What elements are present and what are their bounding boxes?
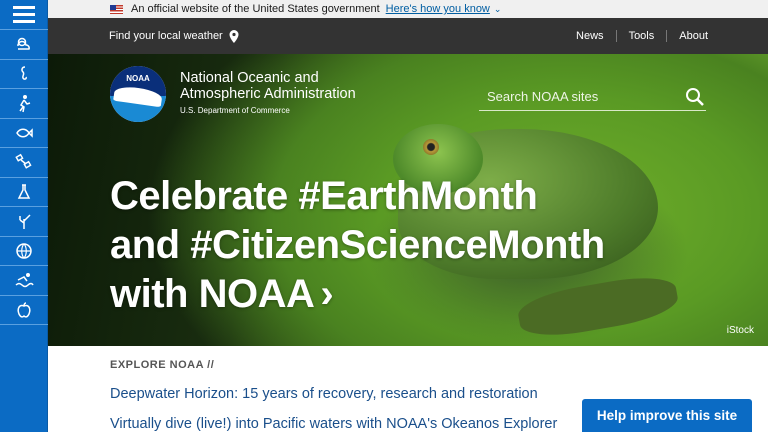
apple-icon[interactable] xyxy=(0,296,48,325)
agency-name-line1: National Oceanic and xyxy=(180,70,319,86)
location-pin-icon xyxy=(229,29,239,43)
story-link[interactable]: Deepwater Horizon: 15 years of recovery,… xyxy=(110,386,538,402)
about-link[interactable]: About xyxy=(666,30,720,42)
utility-links: News Tools About xyxy=(564,30,720,42)
heres-how-you-know-link[interactable]: Here's how you know xyxy=(386,3,490,15)
hamburger-bar xyxy=(13,20,35,23)
weather-icon[interactable] xyxy=(0,30,48,60)
local-weather-link[interactable]: Find your local weather xyxy=(109,29,239,43)
hero-banner[interactable]: NOAA National Oceanic and Atmospheric Ad… xyxy=(48,54,768,346)
story-link[interactable]: Virtually dive (live!) into Pacific wate… xyxy=(110,416,557,432)
fish-icon[interactable] xyxy=(0,119,48,148)
noaa-logo[interactable]: NOAA xyxy=(110,66,166,122)
site-search xyxy=(479,83,706,111)
search-input[interactable] xyxy=(479,89,674,104)
agency-name[interactable]: National Oceanic and Atmospheric Adminis… xyxy=(180,70,356,115)
chevron-right-icon: › xyxy=(320,272,334,316)
official-site-text: An official website of the United States… xyxy=(131,3,380,15)
hamburger-bar xyxy=(13,6,35,9)
noaa-logo-text: NOAA xyxy=(126,74,150,83)
hamburger-bar xyxy=(13,13,35,16)
local-weather-label: Find your local weather xyxy=(109,30,223,42)
agency-name-line2: Atmospheric Administration xyxy=(180,86,356,102)
feedback-button[interactable]: Help improve this site xyxy=(582,399,752,432)
news-link[interactable]: News xyxy=(564,30,616,42)
hamburger-menu-button[interactable] xyxy=(0,0,48,30)
swimmer-icon[interactable] xyxy=(0,266,48,296)
hero-headline-line2: and #CitizenScienceMonth xyxy=(110,223,605,267)
department-name: U.S. Department of Commerce xyxy=(180,106,290,115)
chevron-down-icon[interactable]: ⌄ xyxy=(494,4,502,15)
tools-link[interactable]: Tools xyxy=(615,30,667,42)
photo-credit: iStock xyxy=(726,325,754,336)
left-sidebar xyxy=(0,0,48,432)
explore-heading: EXPLORE NOAA // xyxy=(110,359,215,371)
hero-headline-line3: with NOAA xyxy=(110,272,315,316)
globe-icon[interactable] xyxy=(0,237,48,266)
hero-headline-line1: Celebrate #EarthMonth xyxy=(110,174,538,218)
flask-icon[interactable] xyxy=(0,178,48,207)
hero-image-frog-eye xyxy=(423,139,439,155)
seahorse-icon[interactable] xyxy=(0,60,48,89)
coral-icon[interactable] xyxy=(0,207,48,237)
top-navigation: Find your local weather News Tools About xyxy=(48,18,768,54)
us-flag-icon xyxy=(110,4,123,14)
satellite-icon[interactable] xyxy=(0,148,48,178)
hero-headline-link[interactable]: Celebrate #EarthMonth and #CitizenScienc… xyxy=(110,172,605,319)
search-icon[interactable] xyxy=(684,86,706,108)
hiker-icon[interactable] xyxy=(0,89,48,119)
official-gov-banner: An official website of the United States… xyxy=(48,0,768,18)
